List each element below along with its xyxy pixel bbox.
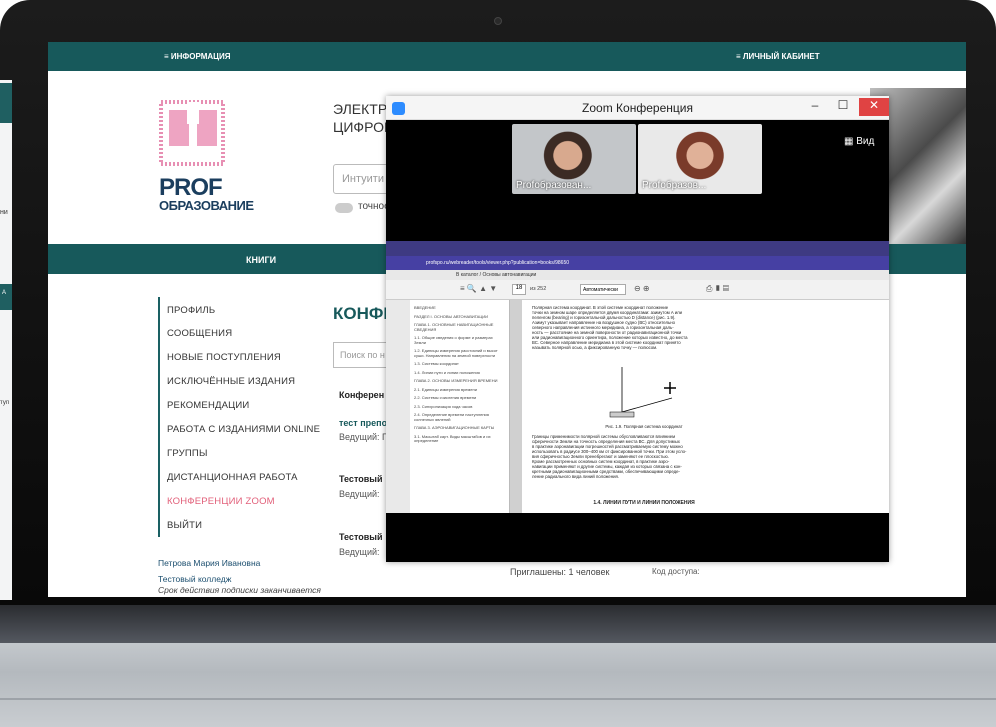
logo-icon [159, 100, 225, 166]
nav-account-link[interactable]: ≡ ЛИЧНЫЙ КАБИНЕТ [736, 52, 820, 61]
page-paragraph: Полярная система координат. В этой систе… [532, 305, 688, 350]
exact-search-label: точное [358, 201, 390, 212]
invited-count: Приглашены: 1 человек [510, 567, 610, 577]
conference-title[interactable]: Тестовый [339, 474, 382, 484]
menu-item-profile[interactable]: ПРОФИЛЬ [167, 305, 215, 316]
url-text: profspo.ru/webreader/tools/viewer.php?pu… [426, 260, 570, 266]
monitor-chin-shadow [0, 605, 996, 643]
background-window-nav [0, 83, 12, 123]
toc-item[interactable]: 2.1. Единицы измерения времени [410, 386, 509, 395]
menu-border [158, 297, 160, 537]
browser-url-bar[interactable]: profspo.ru/webreader/tools/viewer.php?pu… [386, 256, 889, 270]
print-bookmark-icons[interactable]: ⎙ ▮ ▤ [706, 284, 729, 294]
toc-item[interactable]: 1.2. Единицы измерения расстояний и высо… [410, 347, 509, 360]
zoom-titlebar: Zoom Конференция – ☐ ✕ [386, 96, 889, 120]
books-link[interactable]: КНИГИ [246, 255, 276, 265]
subscription-note: Срок действия подписки заканчивается [158, 585, 321, 595]
menu-item-remote[interactable]: ДИСТАНЦИОННАЯ РАБОТА [167, 472, 298, 483]
user-name: Петрова Мария Ивановна [158, 558, 261, 568]
minimize-button[interactable]: – [803, 98, 827, 116]
webcam [494, 17, 502, 25]
logo-obraz: ОБРАЗОВАНИЕ [159, 198, 254, 213]
toc-item[interactable]: 2.3. Синхронизация хода часов [410, 403, 509, 412]
participant-video[interactable]: Profобразован... [512, 124, 636, 194]
view-button[interactable]: ▦ Вид [844, 136, 874, 147]
pdf-breadcrumb[interactable]: В каталог / Основы автонавигации [456, 272, 536, 278]
background-window-text: А [2, 290, 7, 296]
background-window [0, 80, 12, 600]
menu-item-excluded[interactable]: ИСКЛЮЧЁННЫЕ ИЗДАНИЯ [167, 376, 295, 387]
table-of-contents: ВВЕДЕНИЕ РАЗДЕЛ I. ОСНОВЫ АВТОНАВИГАЦИИ … [410, 300, 510, 513]
background-window-bar [0, 284, 12, 310]
toc-item[interactable]: 1.4. Линии пути и линии положения [410, 369, 509, 378]
pdf-gutter [510, 300, 522, 513]
toc-item[interactable]: 1.3. Системы координат [410, 360, 509, 369]
menu-item-new[interactable]: НОВЫЕ ПОСТУПЛЕНИЯ [167, 352, 281, 363]
section-title: 1.4. ЛИНИИ ПУТИ И ЛИНИИ ПОЛОЖЕНИЯ [593, 500, 695, 506]
pdf-tools-icon[interactable]: ≡ 🔍 ▲ ▼ [460, 284, 497, 293]
menu-item-groups[interactable]: ГРУППЫ [167, 448, 208, 459]
page-total: из 252 [530, 286, 547, 292]
zoom-select[interactable]: Автоматически [580, 284, 626, 295]
user-college: Тестовый колледж [158, 574, 232, 584]
toc-item[interactable]: ГЛАВА 1. ОСНОВНЫЕ НАВИГАЦИОННЫЕ СВЕДЕНИЯ [410, 321, 509, 334]
header-search-input[interactable]: Интуити [333, 164, 393, 194]
background-window-text: туп [0, 400, 10, 406]
conference-title[interactable]: Тестовый [339, 532, 382, 542]
close-button[interactable]: ✕ [859, 98, 889, 116]
participant-video[interactable]: Profобразов... [638, 124, 762, 194]
page-number-input[interactable]: 18 [512, 284, 526, 295]
pdf-sidebar-icons[interactable] [386, 300, 410, 513]
conference-search-input[interactable]: Поиск по н [333, 342, 393, 368]
browser-tabs [386, 241, 889, 256]
menu-item-online[interactable]: РАБОТА С ИЗДАНИЯМИ ONLINE [167, 424, 320, 435]
conference-host: Ведущий: [339, 489, 380, 499]
zoom-window: Zoom Конференция – ☐ ✕ Profобразован... … [386, 96, 889, 562]
pdf-zoom-icons[interactable]: ⊖ ⊕ [634, 284, 650, 293]
toc-item[interactable]: 2.4. Определение времени наступления сол… [410, 411, 509, 424]
conference-host: Ведущий: [339, 547, 380, 557]
toc-item[interactable]: 1.1. Общие сведения о форме и размерах З… [410, 334, 509, 347]
zoom-footer [386, 513, 889, 562]
menu-item-recommendations[interactable]: РЕКОМЕНДАЦИИ [167, 400, 249, 411]
polar-diagram [609, 367, 676, 418]
toc-item[interactable]: ГЛАВА 2. ОСНОВЫ ИЗМЕРЕНИЯ ВРЕМЕНИ [410, 377, 509, 386]
toc-item[interactable]: 2.2. Системы счисления времени [410, 394, 509, 403]
figure-caption: Рис. 1.9. Полярная система координат [605, 424, 683, 429]
menu-item-zoom[interactable]: КОНФЕРЕНЦИИ ZOOM [167, 496, 275, 507]
toc-item[interactable]: 3.1. Масштаб карт. Виды масштабов и их о… [410, 433, 509, 446]
menu-item-logout[interactable]: ВЫЙТИ [167, 520, 202, 531]
page-paragraph: Границы применимости полярной системы об… [532, 434, 687, 479]
pdf-right-area [766, 300, 889, 513]
monitor-chin-line [0, 698, 996, 700]
toc-item[interactable]: ВВЕДЕНИЕ [410, 300, 509, 313]
conference-title[interactable]: тест препо [339, 418, 387, 428]
maximize-button[interactable]: ☐ [831, 98, 855, 116]
menu-item-messages[interactable]: СООБЩЕНИЯ [167, 328, 232, 339]
pdf-page: Полярная система координат. В этой систе… [522, 300, 766, 513]
top-nav: ≡ ИНФОРМАЦИЯ ≡ ЛИЧНЫЙ КАБИНЕТ [48, 42, 966, 71]
background-window-text: ни [0, 209, 8, 216]
toc-item[interactable]: ГЛАВА 3. АЭРОНАВИГАЦИОННЫЕ КАРТЫ [410, 424, 509, 433]
exact-search-toggle[interactable] [335, 203, 353, 213]
access-code-label: Код доступа: [652, 567, 700, 576]
toc-item[interactable]: РАЗДЕЛ I. ОСНОВЫ АВТОНАВИГАЦИИ [410, 313, 509, 322]
browser-breadcrumb-bar: В каталог / Основы автонавигации [386, 270, 889, 280]
column-header: Конферен [339, 390, 385, 400]
pdf-toolbar: ≡ 🔍 ▲ ▼ 18 из 252 Автоматически ⊖ ⊕ ⎙ ▮ … [386, 280, 889, 300]
nav-info-link[interactable]: ≡ ИНФОРМАЦИЯ [164, 52, 230, 61]
